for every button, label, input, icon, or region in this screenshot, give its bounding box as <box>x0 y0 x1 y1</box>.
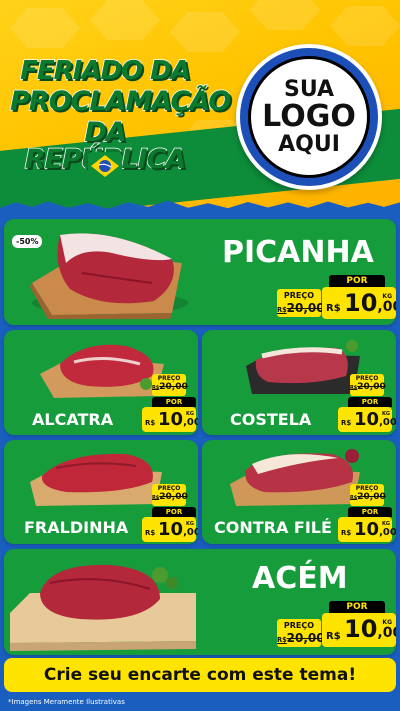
title-line: PROCLAMAÇÃO <box>9 86 232 117</box>
product-name: COSTELA <box>230 410 312 429</box>
product-card-acem[interactable]: ACÉM PREÇO R$20,00 POR R$ 10,00 KG <box>4 549 396 655</box>
product-card-picanha[interactable]: -50% PICANHA PREÇO R$20,00 POR R$ 10,00 … <box>4 219 396 325</box>
title-line: FERIADO DA <box>19 56 191 86</box>
product-card-fraldinha[interactable]: FRALDINHA PREÇO R$20,00 POR R$ 10,00 KG <box>4 440 198 544</box>
header-banner: FERIADO DA PROCLAMAÇÃO DA REPÚBLICA SUA … <box>0 0 400 215</box>
new-price: 10 <box>158 519 184 540</box>
old-price-box: PREÇO R$20,00 <box>350 484 386 506</box>
old-price: 20,00 <box>159 382 188 392</box>
product-name: PICANHA <box>222 235 374 270</box>
old-price: 20,00 <box>286 301 325 315</box>
old-price-box: PREÇO R$20,00 <box>152 484 188 506</box>
hexagon-decoration <box>170 12 240 52</box>
old-price: 20,00 <box>357 492 386 502</box>
por-tag: POR <box>329 275 385 287</box>
product-name: FRALDINHA <box>24 518 129 537</box>
logo-text: AQUI <box>278 131 340 157</box>
new-price: 10 <box>354 519 380 540</box>
product-card-alcatra[interactable]: ALCATRA PREÇO R$20,00 POR R$ 10,00 KG <box>4 330 198 435</box>
new-price: 10 <box>344 289 378 317</box>
por-tag: POR <box>348 507 392 517</box>
new-price-box: R$ 10,00 KG <box>142 407 198 432</box>
hexagon-decoration <box>330 6 400 46</box>
por-tag: POR <box>152 397 196 407</box>
picanha-image-icon <box>30 233 188 319</box>
product-name: CONTRA FILÉ <box>214 518 332 537</box>
product-name: ALCATRA <box>32 410 114 429</box>
old-price: 20,00 <box>357 382 386 392</box>
product-card-contra-file[interactable]: CONTRA FILÉ PREÇO R$20,00 POR R$ 10,00 K… <box>202 440 396 544</box>
contra-file-image-icon <box>230 449 360 506</box>
hexagon-decoration <box>10 8 80 48</box>
old-price-box: PREÇO R$20,00 <box>277 619 325 647</box>
fraldinha-image-icon <box>30 453 162 506</box>
new-price: 10 <box>158 409 184 430</box>
hexagon-decoration <box>90 0 160 40</box>
logo-text: LOGO <box>262 99 356 135</box>
por-tag: POR <box>348 397 392 407</box>
new-price-box: R$ 10,00 KG <box>338 407 396 432</box>
old-price: 20,00 <box>286 631 325 645</box>
product-name: ACÉM <box>252 561 348 596</box>
new-price: 10 <box>344 615 378 643</box>
logo-placeholder[interactable]: SUA LOGO AQUI <box>236 44 382 190</box>
cta-banner[interactable]: Crie seu encarte com este tema! <box>4 658 396 692</box>
discount-badge: -50% <box>12 235 43 248</box>
por-tag: POR <box>329 601 385 613</box>
old-price-box: PREÇO R$20,00 <box>277 289 325 317</box>
old-price-box: PREÇO R$20,00 <box>350 374 386 396</box>
old-price-box: PREÇO R$20,00 <box>152 374 188 396</box>
logo-text: SUA <box>283 77 335 103</box>
product-card-costela[interactable]: COSTELA PREÇO R$20,00 POR R$ 10,00 KG <box>202 330 396 435</box>
new-price: 10 <box>354 409 380 430</box>
new-price-box: R$ 10,00 KG <box>322 613 396 647</box>
old-price: 20,00 <box>159 492 188 502</box>
hexagon-decoration <box>250 0 320 30</box>
brazil-emblem-icon <box>88 152 122 180</box>
new-price-box: R$ 10,00 KG <box>322 287 396 319</box>
disclaimer-note: *Imagens Meramente Ilustrativas <box>8 698 125 706</box>
por-tag: POR <box>152 507 196 517</box>
new-price-box: R$ 10,00 KG <box>338 517 396 542</box>
acem-image-icon <box>10 564 196 651</box>
new-price-box: R$ 10,00 KG <box>142 517 198 542</box>
